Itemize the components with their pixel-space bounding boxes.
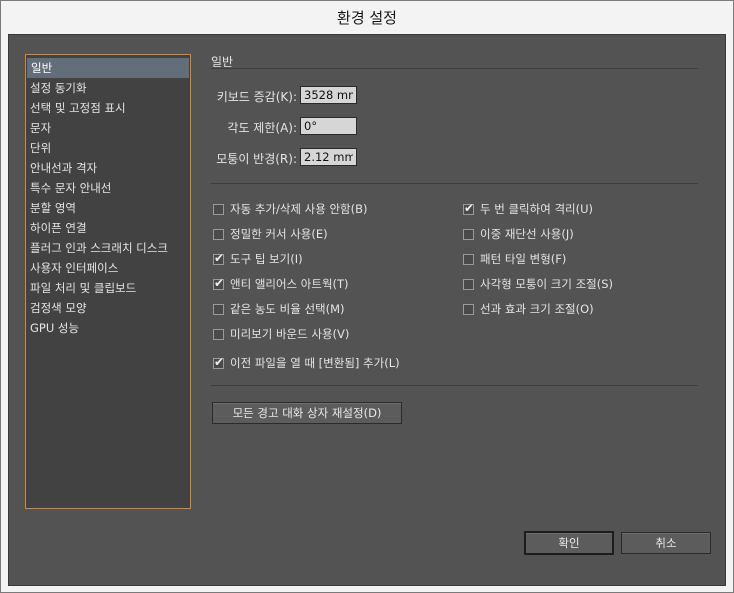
option-japanese-crop-marks[interactable]: 이중 재단선 사용(J) (463, 226, 574, 242)
keyboard-increment-label: 키보드 증감(K): (216, 90, 297, 104)
section-divider (211, 68, 698, 69)
category-plugins-scratch-disks[interactable]: 플러그 인과 스크래치 디스크 (26, 238, 190, 258)
option-label: 같은 농도 비율 선택(M) (230, 302, 345, 316)
dialog-title: 환경 설정 (337, 8, 397, 27)
category-type[interactable]: 문자 (26, 118, 190, 138)
checkbox-unchecked[interactable] (463, 278, 474, 290)
checkbox-unchecked[interactable] (213, 328, 224, 340)
preferences-dialog: 환경 설정 일반 설정 동기화 선택 및 고정점 표시 문자 단위 안내선과 격… (0, 0, 734, 593)
category-hyphenation[interactable]: 하이픈 연결 (26, 218, 190, 238)
category-units[interactable]: 단위 (26, 138, 190, 158)
option-double-click-isolate[interactable]: 두 번 클릭하여 격리(U) (463, 201, 593, 217)
option-label: 미리보기 바운드 사용(V) (230, 327, 350, 341)
checkbox-unchecked[interactable] (213, 203, 224, 215)
fields-divider (211, 183, 698, 184)
corner-radius-input[interactable] (300, 148, 357, 166)
checkbox-unchecked[interactable] (463, 303, 474, 315)
category-user-interface[interactable]: 사용자 인터페이스 (26, 258, 190, 278)
category-gpu-performance[interactable]: GPU 성능 (26, 318, 190, 338)
option-label: 정밀한 커서 사용(E) (230, 227, 328, 241)
checkbox-checked[interactable] (213, 251, 224, 265)
category-selection-anchor-display[interactable]: 선택 및 고정점 표시 (26, 98, 190, 118)
category-slices[interactable]: 분할 영역 (26, 198, 190, 218)
option-label: 이전 파일을 열 때 [변환됨] 추가(L) (230, 356, 400, 370)
option-use-preview-bounds[interactable]: 미리보기 바운드 사용(V) (213, 326, 349, 342)
dialog-body: 일반 설정 동기화 선택 및 고정점 표시 문자 단위 안내선과 격자 특수 문… (8, 34, 726, 586)
checkbox-unchecked[interactable] (213, 228, 224, 240)
option-label: 도구 팁 보기(I) (230, 252, 303, 266)
option-select-same-tint[interactable]: 같은 농도 비율 선택(M) (213, 301, 345, 317)
category-sync-settings[interactable]: 설정 동기화 (26, 78, 190, 98)
option-label: 사각형 모퉁이 크기 조절(S) (480, 277, 614, 291)
option-disable-auto-add-delete[interactable]: 자동 추가/삭제 사용 안함(B) (213, 201, 368, 217)
checkbox-checked[interactable] (213, 355, 224, 369)
ok-button[interactable]: 확인 (524, 531, 614, 555)
option-label: 두 번 클릭하여 격리(U) (480, 202, 593, 216)
option-anti-aliased-artwork[interactable]: 앤티 앨리어스 아트웍(T) (213, 276, 349, 292)
option-label: 자동 추가/삭제 사용 안함(B) (230, 202, 368, 216)
cancel-button[interactable]: 취소 (621, 532, 711, 554)
option-label: 이중 재단선 사용(J) (480, 227, 574, 241)
option-scale-rectangle-corners[interactable]: 사각형 모퉁이 크기 조절(S) (463, 276, 613, 292)
option-label: 앤티 앨리어스 아트웍(T) (230, 277, 349, 291)
keyboard-increment-input[interactable] (300, 86, 357, 104)
option-transform-pattern-tiles[interactable]: 패턴 타일 변형(F) (463, 251, 566, 267)
category-file-handling-clipboard[interactable]: 파일 처리 및 클립보드 (26, 278, 190, 298)
option-scale-strokes-effects[interactable]: 선과 효과 크기 조절(O) (463, 301, 594, 317)
category-general[interactable]: 일반 (27, 58, 189, 78)
checkbox-unchecked[interactable] (463, 228, 474, 240)
option-append-converted[interactable]: 이전 파일을 열 때 [변환됨] 추가(L) (213, 355, 400, 371)
option-label: 선과 효과 크기 조절(O) (480, 302, 594, 316)
constrain-angle-input[interactable] (300, 117, 357, 135)
checkbox-unchecked[interactable] (463, 253, 474, 265)
option-show-tool-tips[interactable]: 도구 팁 보기(I) (213, 251, 303, 267)
category-list[interactable]: 일반 설정 동기화 선택 및 고정점 표시 문자 단위 안내선과 격자 특수 문… (25, 54, 191, 509)
category-smart-guides[interactable]: 특수 문자 안내선 (26, 178, 190, 198)
constrain-angle-label: 각도 제한(A): (227, 121, 297, 135)
option-label: 패턴 타일 변형(F) (480, 252, 567, 266)
options-divider (211, 385, 698, 386)
option-precise-cursors[interactable]: 정밀한 커서 사용(E) (213, 226, 328, 242)
category-guides-grid[interactable]: 안내선과 격자 (26, 158, 190, 178)
corner-radius-label: 모퉁이 반경(R): (216, 152, 297, 166)
checkbox-checked[interactable] (213, 276, 224, 290)
reset-all-warning-dialogs-button[interactable]: 모든 경고 대화 상자 재설정(D) (212, 402, 402, 424)
category-appearance-of-black[interactable]: 검정색 모양 (26, 298, 190, 318)
checkbox-checked[interactable] (463, 201, 474, 215)
checkbox-unchecked[interactable] (213, 303, 224, 315)
